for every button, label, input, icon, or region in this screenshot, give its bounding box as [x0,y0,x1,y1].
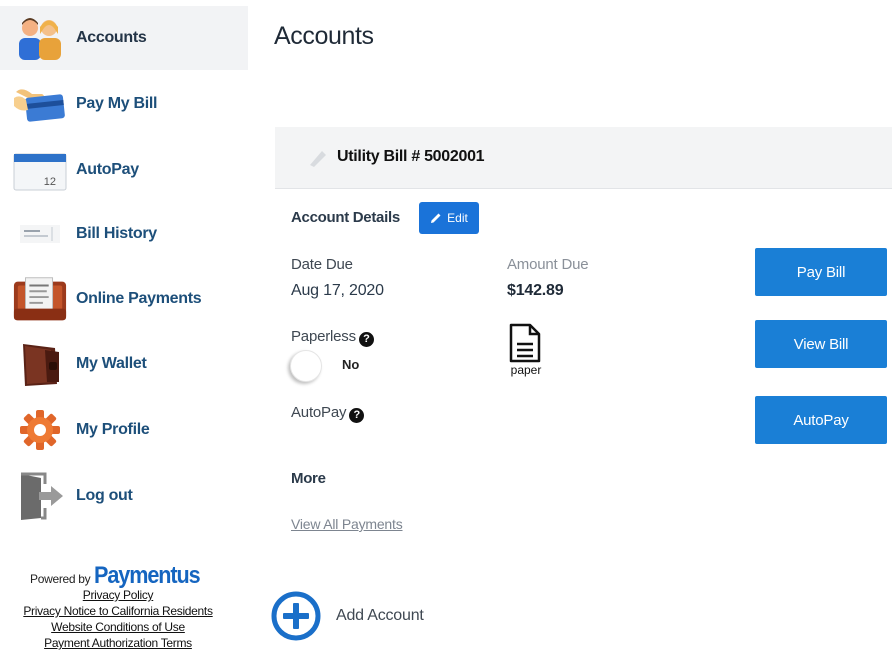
page-title: Accounts [274,22,374,50]
sidebar-item-label: Bill History [76,225,157,242]
sidebar-item-pay-my-bill[interactable]: Pay My Bill [0,72,248,136]
sidebar-item-label: Accounts [76,29,147,46]
amount-due-label: Amount Due [507,256,589,273]
paperless-value: No [342,357,360,372]
paperless-label-text: Paperless [291,328,356,345]
paper-icon [508,323,542,368]
date-due-label: Date Due [291,256,353,273]
powered-by-row: Powered by Paymentus [30,562,212,590]
main-content: Accounts Utility Bill # 5002001 Account … [250,0,892,652]
calendar-day: 12 [44,176,56,188]
more-label: More [291,470,326,487]
sidebar-item-my-wallet[interactable]: My Wallet [0,332,248,396]
sidebar: Accounts Pay My Bill 12 AutoPay Bill His… [0,0,248,652]
autopay-label: AutoPay? [291,404,365,423]
amount-due-value: $142.89 [507,282,564,299]
logout-icon [12,470,68,522]
gear-icon [12,404,68,456]
payments-icon [12,273,68,325]
paperless-label: Paperless? [291,328,374,347]
sidebar-item-label: My Profile [76,421,150,438]
autopay-label-text: AutoPay [291,404,347,421]
add-account-button[interactable]: Add Account [270,590,424,642]
sidebar-item-label: Pay My Bill [76,95,158,112]
sidebar-item-bill-history[interactable]: Bill History [0,202,248,266]
view-all-payments-link[interactable]: View All Payments [291,516,403,532]
plus-circle-icon [271,591,321,641]
sidebar-item-label: Log out [76,487,133,504]
account-details-label: Account Details [291,209,400,226]
sidebar-item-online-payments[interactable]: Online Payments [0,267,248,331]
edit-button-label: Edit [447,211,468,225]
paper-label: paper [510,363,542,377]
autopay-button[interactable]: AutoPay [755,396,887,444]
bill-title: Utility Bill # 5002001 [337,148,485,165]
sidebar-item-log-out[interactable]: Log out [0,464,248,528]
add-account-label: Add Account [336,607,424,624]
privacy-policy-link[interactable]: Privacy Policy [0,588,236,602]
pencil-icon [431,213,441,223]
sidebar-item-label: My Wallet [76,355,147,372]
website-conditions-link[interactable]: Website Conditions of Use [0,620,236,634]
date-due-value: Aug 17, 2020 [291,282,384,299]
wallet-icon [12,338,68,390]
pay-bill-button[interactable]: Pay Bill [755,248,887,296]
powered-by-text: Powered by [30,572,91,586]
calendar-icon: 12 [12,144,68,196]
receipt-icon [12,208,68,260]
edit-button[interactable]: Edit [419,202,479,234]
help-icon[interactable]: ? [349,407,365,423]
help-icon[interactable]: ? [358,331,374,347]
sidebar-item-autopay[interactable]: 12 AutoPay [0,138,248,202]
bill-header: Utility Bill # 5002001 [275,127,892,189]
sidebar-item-my-profile[interactable]: My Profile [0,398,248,462]
sidebar-item-label: AutoPay [76,161,139,178]
document-icon [307,147,329,174]
view-bill-button[interactable]: View Bill [755,320,887,368]
paperless-toggle[interactable] [290,350,322,382]
users-icon [12,12,68,64]
sidebar-item-accounts[interactable]: Accounts [0,6,248,70]
paymentus-logo: Paymentus [94,562,201,589]
credit-card-icon [12,78,68,130]
payment-terms-link[interactable]: Payment Authorization Terms [0,636,236,650]
california-privacy-link[interactable]: Privacy Notice to California Residents [0,604,236,618]
sidebar-item-label: Online Payments [76,290,202,307]
